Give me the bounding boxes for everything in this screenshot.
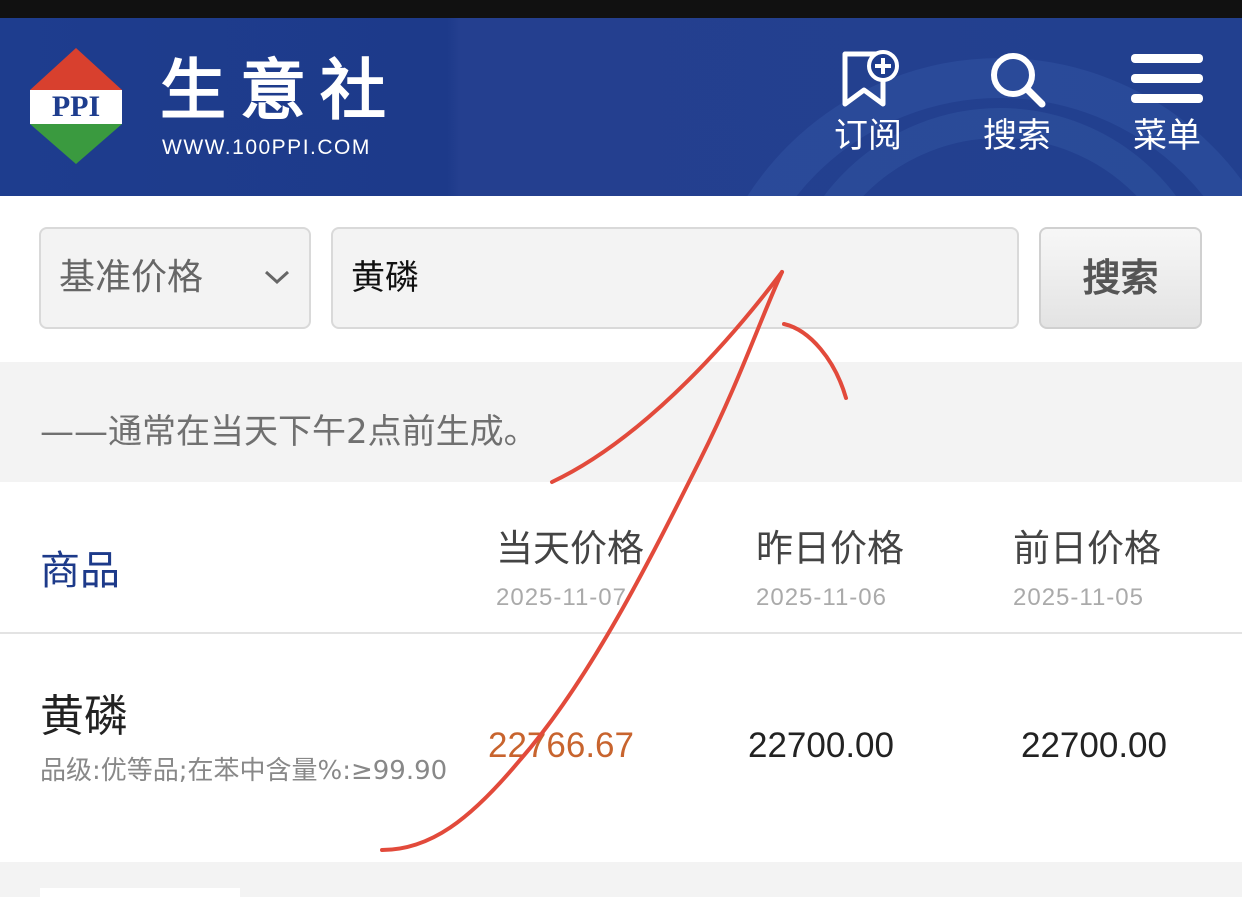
chevron-down-icon — [264, 270, 290, 285]
table-row[interactable]: 黄磷 品级:优等品;在苯中含量%:≥99.90 22766.67 22700.0… — [0, 634, 1242, 862]
subscribe-label: 订阅 — [834, 116, 902, 156]
search-icon — [991, 53, 1046, 108]
price-type-value: 基准价格 — [59, 257, 204, 298]
column-title: 当天价格 — [496, 527, 644, 570]
column-title: 昨日价格 — [756, 527, 904, 570]
logo-text: PPI — [52, 90, 100, 123]
menu-label: 菜单 — [1133, 116, 1201, 156]
brand-name: 生意社 — [160, 52, 400, 129]
day-before-price: 22700.00 — [1021, 726, 1167, 765]
today-column-header: 当天价格 2025-11-07 — [496, 518, 716, 612]
header-search-button[interactable]: 搜索 — [967, 48, 1067, 157]
subscribe-button[interactable]: 订阅 — [818, 48, 918, 157]
menu-icon — [1131, 54, 1203, 103]
search-bar: 基准价格 黄磷 搜索 — [0, 196, 1242, 362]
table-header: 商品 当天价格 2025-11-07 昨日价格 2025-11-06 前日价格 … — [0, 482, 1242, 634]
search-input[interactable]: 黄磷 — [331, 227, 1019, 329]
brand-url: WWW.100PPI.COM — [162, 136, 371, 159]
product-spec: 品级:优等品;在苯中含量%:≥99.90 — [40, 756, 448, 786]
goods-column-header: 商品 — [40, 548, 120, 594]
partial-row-content — [40, 888, 240, 897]
menu-button[interactable]: 菜单 — [1117, 48, 1217, 157]
status-bar — [0, 0, 1242, 18]
header-search-label: 搜索 — [983, 116, 1051, 156]
ppi-logo[interactable]: PPI — [28, 46, 124, 166]
column-date: 2025-11-06 — [756, 584, 887, 611]
site-header: PPI 生意社 WWW.100PPI.COM 订阅 搜索 菜单 — [0, 18, 1242, 196]
notice-text: ——通常在当天下午2点前生成。 — [40, 412, 538, 452]
column-date: 2025-11-07 — [496, 584, 627, 611]
product-name[interactable]: 黄磷 — [40, 680, 128, 744]
column-date: 2025-11-05 — [1013, 584, 1144, 611]
today-price: 22766.67 — [488, 726, 634, 765]
notice-bar: ——通常在当天下午2点前生成。 — [0, 362, 1242, 482]
yesterday-column-header: 昨日价格 2025-11-06 — [756, 518, 976, 612]
price-type-select[interactable]: 基准价格 — [39, 227, 311, 329]
column-title: 前日价格 — [1013, 527, 1161, 570]
day-before-column-header: 前日价格 2025-11-05 — [1013, 518, 1233, 612]
bookmark-plus-icon — [842, 50, 899, 107]
search-button[interactable]: 搜索 — [1039, 227, 1202, 329]
yesterday-price: 22700.00 — [748, 726, 894, 765]
table-row[interactable] — [0, 862, 1242, 897]
